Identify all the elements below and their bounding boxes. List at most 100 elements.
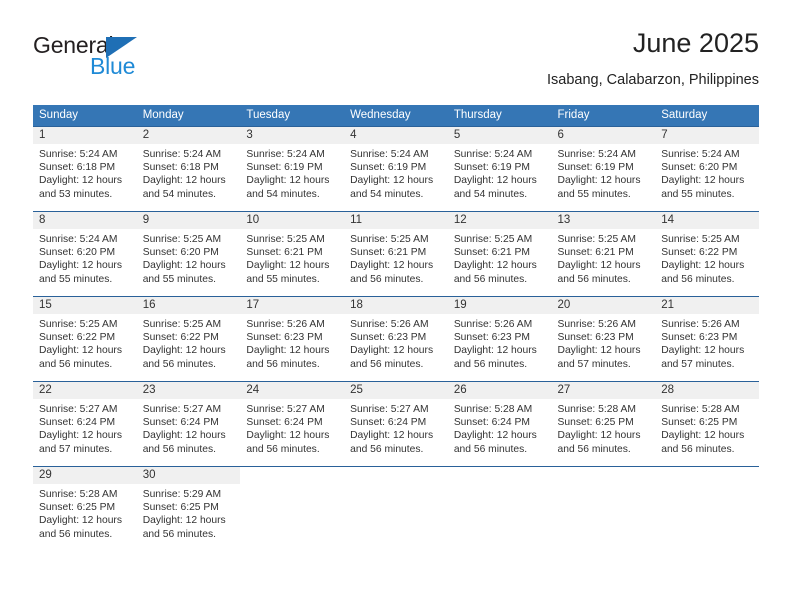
sunset-text: Sunset: 6:21 PM (350, 247, 427, 259)
general-blue-logo[interactable]: General Blue (33, 34, 263, 90)
daylight-text-line2: and 56 minutes. (557, 273, 631, 285)
day-cell-inner: 9 Sunrise: 5:25 AM Sunset: 6:20 PM Daylight… (136, 212, 241, 296)
calendar-day-cell[interactable]: 7 Sunrise: 5:24 AM Sunset: 6:20 PM Daylight… (655, 126, 759, 212)
sunrise-text: Sunrise: 5:26 AM (350, 319, 429, 330)
day-details: Sunrise: 5:26 AM Sunset: 6:23 PM Daylight:… (240, 314, 344, 371)
calendar-day-cell[interactable]: 13 Sunrise: 5:25 AM Sunset: 6:21 PM Dayligh… (551, 211, 656, 297)
day-details: Sunrise: 5:25 AM Sunset: 6:21 PM Daylight:… (552, 229, 656, 286)
daylight-text-line2: and 56 minutes. (453, 443, 528, 455)
day-number: 9 (136, 212, 241, 229)
day-cell-inner: 1 Sunrise: 5:24 AM Sunset: 6:18 PM Daylight… (33, 127, 137, 211)
day-details: Sunrise: 5:28 AM Sunset: 6:24 PM Daylight:… (448, 399, 552, 456)
sunrise-text: Sunrise: 5:24 AM (557, 149, 636, 160)
calendar-day-cell[interactable]: 28 Sunrise: 5:28 AM Sunset: 6:25 PM Dayligh… (655, 381, 759, 467)
daylight-text-line1: Daylight: 12 hours (453, 260, 537, 272)
day-details: Sunrise: 5:28 AM Sunset: 6:25 PM Daylight:… (655, 399, 759, 456)
day-cell-inner (655, 467, 759, 551)
calendar-day-cell[interactable]: 8 Sunrise: 5:24 AM Sunset: 6:20 PM Daylight… (33, 211, 137, 297)
daylight-text-line1: Daylight: 12 hours (350, 175, 434, 187)
day-number: 7 (655, 127, 759, 144)
daylight-text-line1: Daylight: 12 hours (39, 515, 122, 527)
calendar-day-cell[interactable]: 12 Sunrise: 5:25 AM Sunset: 6:21 PM Dayligh… (447, 211, 552, 297)
day-cell-inner: 27 Sunrise: 5:28 AM Sunset: 6:25 PM Dayligh… (551, 382, 656, 466)
daylight-text-line2: and 56 minutes. (557, 443, 631, 455)
sunset-text: Sunset: 6:24 PM (142, 417, 219, 429)
calendar-day-cell[interactable]: 20 Sunrise: 5:26 AM Sunset: 6:23 PM Dayligh… (551, 296, 656, 382)
daylight-text-line1: Daylight: 12 hours (142, 260, 226, 272)
calendar-day-cell[interactable]: 18 Sunrise: 5:26 AM Sunset: 6:23 PM Dayligh… (344, 296, 448, 382)
day-cell-inner: 7 Sunrise: 5:24 AM Sunset: 6:20 PM Daylight… (655, 127, 759, 211)
day-number: 23 (136, 382, 241, 399)
sunset-text: Sunset: 6:18 PM (39, 162, 116, 174)
daylight-text-line1: Daylight: 12 hours (350, 430, 434, 442)
sunset-text: Sunset: 6:24 PM (350, 417, 427, 429)
calendar-day-cell[interactable]: 15 Sunrise: 5:25 AM Sunset: 6:22 PM Dayligh… (33, 296, 137, 382)
sunset-text: Sunset: 6:23 PM (453, 332, 530, 344)
day-number: 17 (240, 297, 345, 314)
sunset-text: Sunset: 6:23 PM (350, 332, 427, 344)
daylight-text-line2: and 56 minutes. (661, 273, 735, 285)
sunset-text: Sunset: 6:21 PM (453, 247, 530, 259)
day-number: 24 (240, 382, 345, 399)
calendar-day-cell[interactable]: 17 Sunrise: 5:26 AM Sunset: 6:23 PM Dayligh… (240, 296, 345, 382)
sunset-text: Sunset: 6:25 PM (557, 417, 634, 429)
daylight-text-line1: Daylight: 12 hours (142, 515, 226, 527)
sunset-text: Sunset: 6:23 PM (557, 332, 634, 344)
calendar-header-row: Sunday Monday Tuesday Wednesday Thursday Frid… (33, 105, 759, 127)
calendar-day-cell[interactable]: 5 Sunrise: 5:24 AM Sunset: 6:19 PM Daylight… (447, 126, 552, 212)
weekday-header-friday: Friday (551, 105, 656, 127)
calendar-day-cell[interactable]: 26 Sunrise: 5:28 AM Sunset: 6:24 PM Dayligh… (447, 381, 552, 467)
calendar-day-cell[interactable]: 23 Sunrise: 5:27 AM Sunset: 6:24 PM Dayligh… (136, 381, 241, 467)
calendar-day-cell[interactable]: 9 Sunrise: 5:25 AM Sunset: 6:20 PM Daylight… (136, 211, 241, 297)
calendar-day-cell[interactable]: 11 Sunrise: 5:25 AM Sunset: 6:21 PM Dayligh… (344, 211, 448, 297)
day-details: Sunrise: 5:27 AM Sunset: 6:24 PM Daylight:… (240, 399, 344, 456)
day-cell-inner (448, 467, 552, 551)
calendar-day-cell[interactable]: 19 Sunrise: 5:26 AM Sunset: 6:23 PM Dayligh… (447, 296, 552, 382)
calendar-day-cell[interactable]: 2 Sunrise: 5:24 AM Sunset: 6:18 PM Daylight… (136, 126, 241, 212)
calendar-day-cell[interactable]: 6 Sunrise: 5:24 AM Sunset: 6:19 PM Daylight… (551, 126, 656, 212)
day-number: 18 (344, 297, 448, 314)
sunrise-text: Sunrise: 5:26 AM (246, 319, 325, 330)
calendar-day-cell[interactable]: 21 Sunrise: 5:26 AM Sunset: 6:23 PM Dayligh… (655, 296, 759, 382)
daylight-text-line2: and 56 minutes. (661, 443, 735, 455)
weekday-header-wednesday: Wednesday (344, 105, 448, 127)
calendar-day-cell[interactable]: 30 Sunrise: 5:29 AM Sunset: 6:25 PM Dayligh… (136, 466, 241, 551)
daylight-text-line1: Daylight: 12 hours (142, 345, 226, 357)
day-cell-inner: 4 Sunrise: 5:24 AM Sunset: 6:19 PM Daylight… (344, 127, 448, 211)
daylight-text-line1: Daylight: 12 hours (557, 260, 641, 272)
daylight-text-line2: and 56 minutes. (246, 443, 320, 455)
daylight-text-line2: and 56 minutes. (39, 358, 113, 370)
daylight-text-line2: and 56 minutes. (142, 443, 216, 455)
day-details: Sunrise: 5:24 AM Sunset: 6:20 PM Daylight:… (33, 229, 137, 286)
daylight-text-line2: and 54 minutes. (246, 188, 320, 200)
daylight-text-line2: and 57 minutes. (557, 358, 631, 370)
page-subtitle-location: Isabang, Calabarzon, Philippines (547, 72, 759, 88)
sunset-text: Sunset: 6:19 PM (453, 162, 530, 174)
calendar-day-cell[interactable]: 16 Sunrise: 5:25 AM Sunset: 6:22 PM Dayligh… (136, 296, 241, 382)
sunset-text: Sunset: 6:20 PM (661, 162, 738, 174)
calendar-day-cell[interactable]: 10 Sunrise: 5:25 AM Sunset: 6:21 PM Dayligh… (240, 211, 345, 297)
daylight-text-line1: Daylight: 12 hours (557, 175, 641, 187)
daylight-text-line2: and 56 minutes. (246, 358, 320, 370)
calendar-week-row: 15 Sunrise: 5:25 AM Sunset: 6:22 PM Dayligh… (33, 296, 759, 382)
sunrise-text: Sunrise: 5:28 AM (557, 404, 636, 415)
calendar-day-cell[interactable]: 25 Sunrise: 5:27 AM Sunset: 6:24 PM Dayligh… (344, 381, 448, 467)
calendar-day-cell[interactable]: 22 Sunrise: 5:27 AM Sunset: 6:24 PM Dayligh… (33, 381, 137, 467)
day-cell-inner: 3 Sunrise: 5:24 AM Sunset: 6:19 PM Daylight… (240, 127, 345, 211)
calendar-day-cell[interactable]: 14 Sunrise: 5:25 AM Sunset: 6:22 PM Dayligh… (655, 211, 759, 297)
sunrise-text: Sunrise: 5:25 AM (557, 234, 636, 245)
day-number: 21 (655, 297, 759, 314)
calendar-day-cell[interactable]: 1 Sunrise: 5:24 AM Sunset: 6:18 PM Daylight… (33, 126, 137, 212)
day-cell-inner: 19 Sunrise: 5:26 AM Sunset: 6:23 PM Dayligh… (447, 297, 552, 381)
day-number: 14 (655, 212, 759, 229)
calendar-day-cell[interactable]: 4 Sunrise: 5:24 AM Sunset: 6:19 PM Daylight… (344, 126, 448, 212)
calendar-day-cell[interactable]: 24 Sunrise: 5:27 AM Sunset: 6:24 PM Dayligh… (240, 381, 345, 467)
calendar-day-cell[interactable]: 29 Sunrise: 5:28 AM Sunset: 6:25 PM Dayligh… (33, 466, 137, 551)
calendar-day-cell[interactable]: 27 Sunrise: 5:28 AM Sunset: 6:25 PM Dayligh… (551, 381, 656, 467)
calendar-day-cell[interactable]: 3 Sunrise: 5:24 AM Sunset: 6:19 PM Daylight… (240, 126, 345, 212)
day-details: Sunrise: 5:24 AM Sunset: 6:19 PM Daylight:… (448, 144, 552, 201)
day-number: 12 (447, 212, 552, 229)
daylight-text-line1: Daylight: 12 hours (246, 345, 330, 357)
sunset-text: Sunset: 6:25 PM (142, 502, 219, 514)
day-details: Sunrise: 5:26 AM Sunset: 6:23 PM Daylight:… (344, 314, 448, 371)
